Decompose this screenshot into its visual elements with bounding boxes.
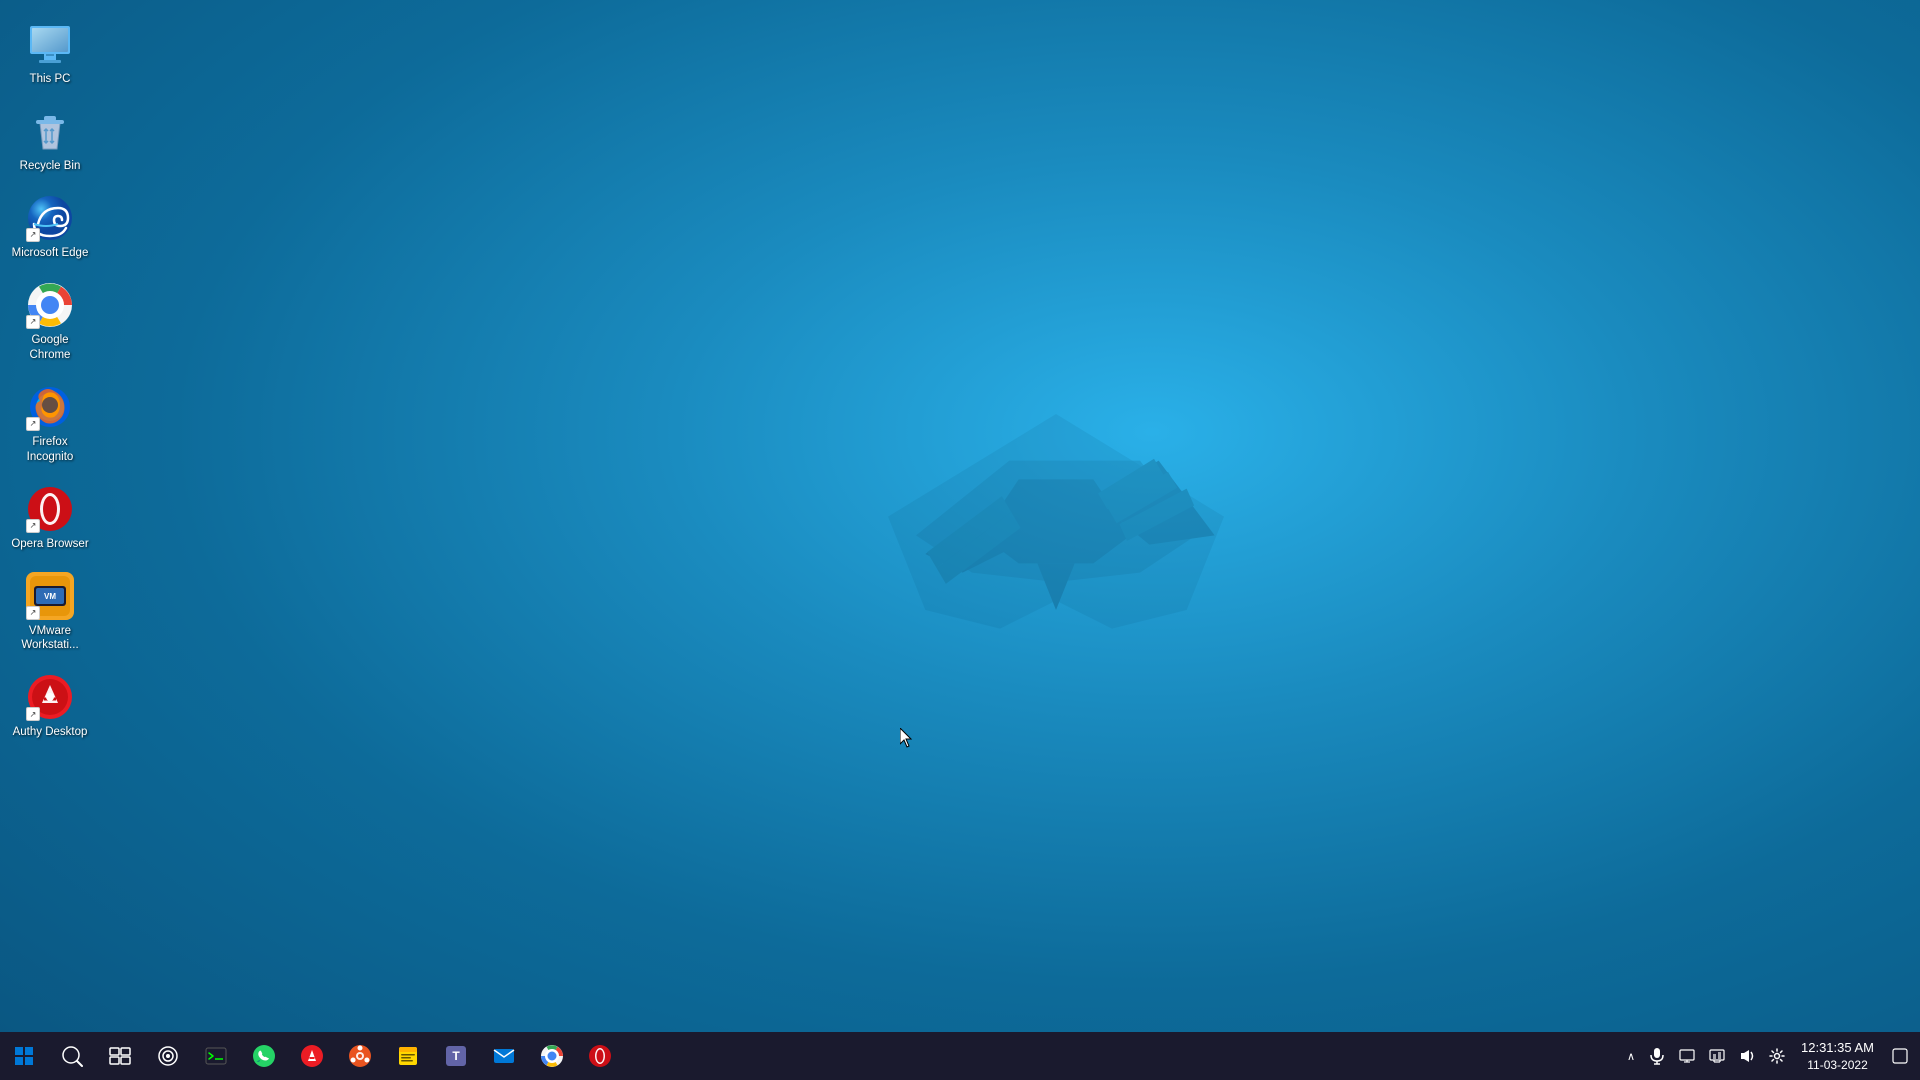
desktop-icon-recycle-bin[interactable]: Recycle Bin	[5, 99, 95, 182]
show-hidden-icons-button[interactable]: ∧	[1621, 1042, 1641, 1070]
opera-icon: ↗	[26, 485, 74, 533]
taskbar: T	[0, 1032, 1920, 1080]
desktop-icon-microsoft-edge[interactable]: ↗ Microsoft Edge	[5, 186, 95, 269]
clock-date: 11-03-2022	[1807, 1057, 1868, 1074]
authy-taskbar-button[interactable]	[288, 1032, 336, 1080]
sticky-notes-button[interactable]	[384, 1032, 432, 1080]
google-chrome-icon: ↗	[26, 281, 74, 329]
chrome-taskbar-button[interactable]	[528, 1032, 576, 1080]
search-button[interactable]	[48, 1032, 96, 1080]
ubuntu-button[interactable]	[336, 1032, 384, 1080]
this-pc-icon	[26, 20, 74, 68]
desktop-icon-authy[interactable]: ↗ Authy Desktop	[5, 665, 95, 748]
teams-button[interactable]: T	[432, 1032, 480, 1080]
desktop: This PC Recycle Bin	[0, 0, 1920, 1080]
terminal-button[interactable]	[192, 1032, 240, 1080]
microsoft-edge-icon: ↗	[26, 194, 74, 242]
google-chrome-label: Google Chrome	[11, 333, 89, 363]
shortcut-overlay-chrome: ↗	[26, 315, 40, 329]
mail-button[interactable]	[480, 1032, 528, 1080]
whatsapp-button[interactable]	[240, 1032, 288, 1080]
task-view-button[interactable]	[96, 1032, 144, 1080]
this-pc-label: This PC	[30, 72, 71, 87]
firefox-icon: ↗	[26, 383, 74, 431]
remote-desktop-tray-icon[interactable]	[1673, 1042, 1701, 1070]
authy-icon: ↗	[26, 673, 74, 721]
network-tray-icon[interactable]	[1703, 1042, 1731, 1070]
desktop-icons-column: This PC Recycle Bin	[0, 10, 100, 750]
notification-center-button[interactable]	[1884, 1032, 1916, 1080]
desktop-icon-google-chrome[interactable]: ↗ Google Chrome	[5, 273, 95, 371]
svg-text:VM: VM	[44, 592, 56, 601]
vmware-icon: VM ↗	[26, 572, 74, 620]
rog-logo	[866, 386, 1246, 666]
desktop-icon-firefox[interactable]: ↗ Firefox Incognito	[5, 375, 95, 473]
mouse-cursor	[900, 728, 912, 746]
start-button[interactable]	[0, 1032, 48, 1080]
microphone-tray-icon[interactable]	[1643, 1042, 1671, 1070]
shortcut-overlay-firefox: ↗	[26, 417, 40, 431]
svg-text:T: T	[452, 1049, 460, 1063]
authy-label: Authy Desktop	[13, 725, 88, 740]
system-tray: ∧	[1621, 1032, 1920, 1080]
microsoft-edge-label: Microsoft Edge	[12, 246, 89, 261]
sound-tray-icon[interactable]	[1733, 1042, 1761, 1070]
firefox-label: Firefox Incognito	[11, 435, 89, 465]
recycle-bin-label: Recycle Bin	[20, 159, 81, 174]
shortcut-overlay: ↗	[26, 228, 40, 242]
shortcut-overlay-authy: ↗	[26, 707, 40, 721]
clock-time: 12:31:35 AM	[1801, 1039, 1874, 1057]
settings-tray-icon[interactable]	[1763, 1042, 1791, 1070]
shortcut-overlay-opera: ↗	[26, 519, 40, 533]
shortcut-overlay-vmware: ↗	[26, 606, 40, 620]
opera-label: Opera Browser	[11, 537, 88, 552]
cortana-button[interactable]	[144, 1032, 192, 1080]
desktop-icon-opera[interactable]: ↗ Opera Browser	[5, 477, 95, 560]
vmware-label: VMware Workstati...	[11, 624, 89, 654]
opera-taskbar-button[interactable]	[576, 1032, 624, 1080]
desktop-icon-vmware[interactable]: VM ↗ VMware Workstati...	[5, 564, 95, 662]
taskbar-clock[interactable]: 12:31:35 AM 11-03-2022	[1793, 1032, 1882, 1080]
desktop-icon-this-pc[interactable]: This PC	[5, 12, 95, 95]
recycle-bin-icon	[26, 107, 74, 155]
